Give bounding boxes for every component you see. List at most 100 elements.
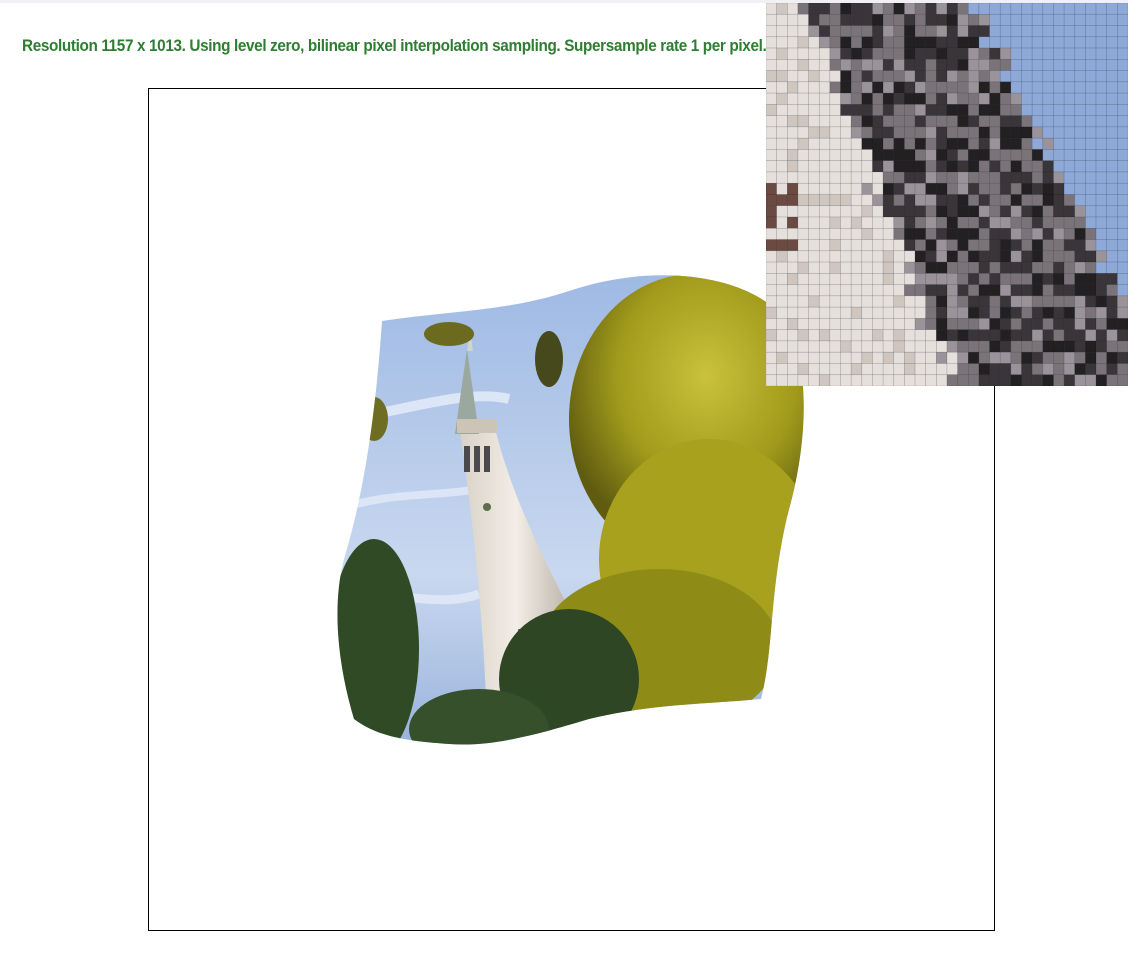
zoom-pixel — [766, 59, 777, 71]
zoom-pixel — [1117, 374, 1128, 386]
zoom-pixel — [829, 171, 841, 184]
zoom-pixel — [1031, 250, 1044, 263]
zoom-pixel — [936, 70, 948, 83]
zoom-pixel — [861, 306, 873, 319]
zoom-pixel — [914, 25, 927, 38]
zoom-pixel — [914, 92, 927, 105]
zoom-pixel — [1095, 171, 1108, 184]
zoom-pixel — [1021, 284, 1033, 297]
zoom-pixel — [914, 250, 927, 263]
zoom-pixel — [1031, 273, 1044, 285]
zoom-pixel — [989, 59, 1001, 71]
zoom-pixel — [861, 374, 873, 386]
zoom-pixel — [776, 137, 788, 150]
zoom-pixel — [818, 295, 831, 308]
zoom-pixel — [999, 351, 1012, 364]
zoom-pixel — [925, 70, 937, 83]
zoom-pixel — [967, 318, 980, 330]
zoom-pixel — [786, 59, 799, 71]
zoom-pixel — [946, 70, 958, 83]
zoom-pixel — [776, 36, 788, 49]
zoom-pixel — [872, 239, 884, 252]
zoom-pixel — [850, 306, 863, 319]
zoom-pixel — [989, 363, 1001, 376]
zoom-pixel — [882, 13, 895, 26]
zoom-pixel — [786, 363, 799, 376]
zoom-pixel — [818, 126, 831, 139]
zoom-pixel — [1074, 216, 1086, 229]
zoom-pixel — [1031, 239, 1044, 252]
zoom-pixel — [1074, 340, 1086, 353]
zoom-pixel — [904, 261, 916, 274]
zoom-pixel — [1095, 374, 1108, 386]
zoom-pixel — [967, 36, 980, 49]
zoom-pixel — [989, 171, 1001, 184]
zoom-pixel — [893, 216, 905, 229]
zoom-pixel — [893, 239, 905, 252]
zoom-pixel — [1010, 295, 1022, 308]
zoom-pixel — [786, 3, 799, 15]
zoom-pixel — [1085, 329, 1097, 342]
zoom-pixel — [904, 59, 916, 71]
zoom-pixel — [861, 273, 873, 285]
zoom-pixel — [850, 182, 863, 195]
zoom-pixel — [1063, 306, 1076, 319]
zoom-pixel — [904, 149, 916, 162]
zoom-pixel — [797, 363, 809, 376]
zoom-pixel — [914, 273, 927, 285]
zoom-pixel — [1021, 182, 1033, 195]
zoom-pixel — [893, 47, 905, 60]
zoom-pixel — [840, 205, 852, 218]
zoom-pixel — [893, 306, 905, 319]
zoom-pixel — [1021, 25, 1033, 38]
zoom-pixel — [786, 239, 799, 252]
zoom-pixel — [766, 25, 777, 38]
zoom-pixel — [882, 25, 895, 38]
zoom-pixel — [882, 126, 895, 139]
zoom-pixel — [766, 273, 777, 285]
zoom-pixel — [882, 137, 895, 150]
zoom-pixel — [829, 126, 841, 139]
zoom-pixel — [989, 205, 1001, 218]
zoom-pixel — [1074, 284, 1086, 297]
zoom-pixel — [946, 284, 958, 297]
zoom-pixel — [1063, 194, 1076, 207]
zoom-pixel — [786, 92, 799, 105]
zoom-pixel — [1063, 363, 1076, 376]
zoom-pixel — [914, 115, 927, 128]
zoom-pixel — [872, 13, 884, 26]
zoom-pixel — [1031, 92, 1044, 105]
zoom-pixel — [797, 227, 809, 240]
zoom-pixel — [1042, 205, 1054, 218]
zoom-pixel — [1010, 227, 1022, 240]
zoom-pixel — [989, 194, 1001, 207]
zoom-pixel — [925, 47, 937, 60]
zoom-pixel — [766, 182, 777, 195]
zoom-pixel — [1117, 239, 1128, 252]
zoom-pixel — [1085, 239, 1097, 252]
zoom-pixel — [840, 250, 852, 263]
zoom-pixel — [936, 3, 948, 15]
zoom-pixel — [1095, 194, 1108, 207]
zoom-pixel — [1063, 329, 1076, 342]
zoom-pixel — [946, 363, 958, 376]
zoom-pixel — [786, 36, 799, 49]
zoom-pixel — [999, 306, 1012, 319]
zoom-pixel — [1053, 25, 1065, 38]
zoom-pixel — [1095, 261, 1108, 274]
zoom-pixel — [1074, 261, 1086, 274]
zoom-pixel — [840, 59, 852, 71]
zoom-pixel — [936, 227, 948, 240]
zoom-pixel — [914, 36, 927, 49]
zoom-pixel — [1106, 216, 1118, 229]
zoom-pixel — [1117, 13, 1128, 26]
zoom-inspector[interactable] — [766, 3, 1128, 386]
zoom-pixel — [872, 318, 884, 330]
zoom-pixel — [1053, 340, 1065, 353]
zoom-pixel — [776, 273, 788, 285]
zoom-pixel — [861, 171, 873, 184]
zoom-pixel — [797, 216, 809, 229]
zoom-pixel — [999, 81, 1012, 94]
zoom-pixel — [776, 295, 788, 308]
zoom-pixel — [914, 137, 927, 150]
